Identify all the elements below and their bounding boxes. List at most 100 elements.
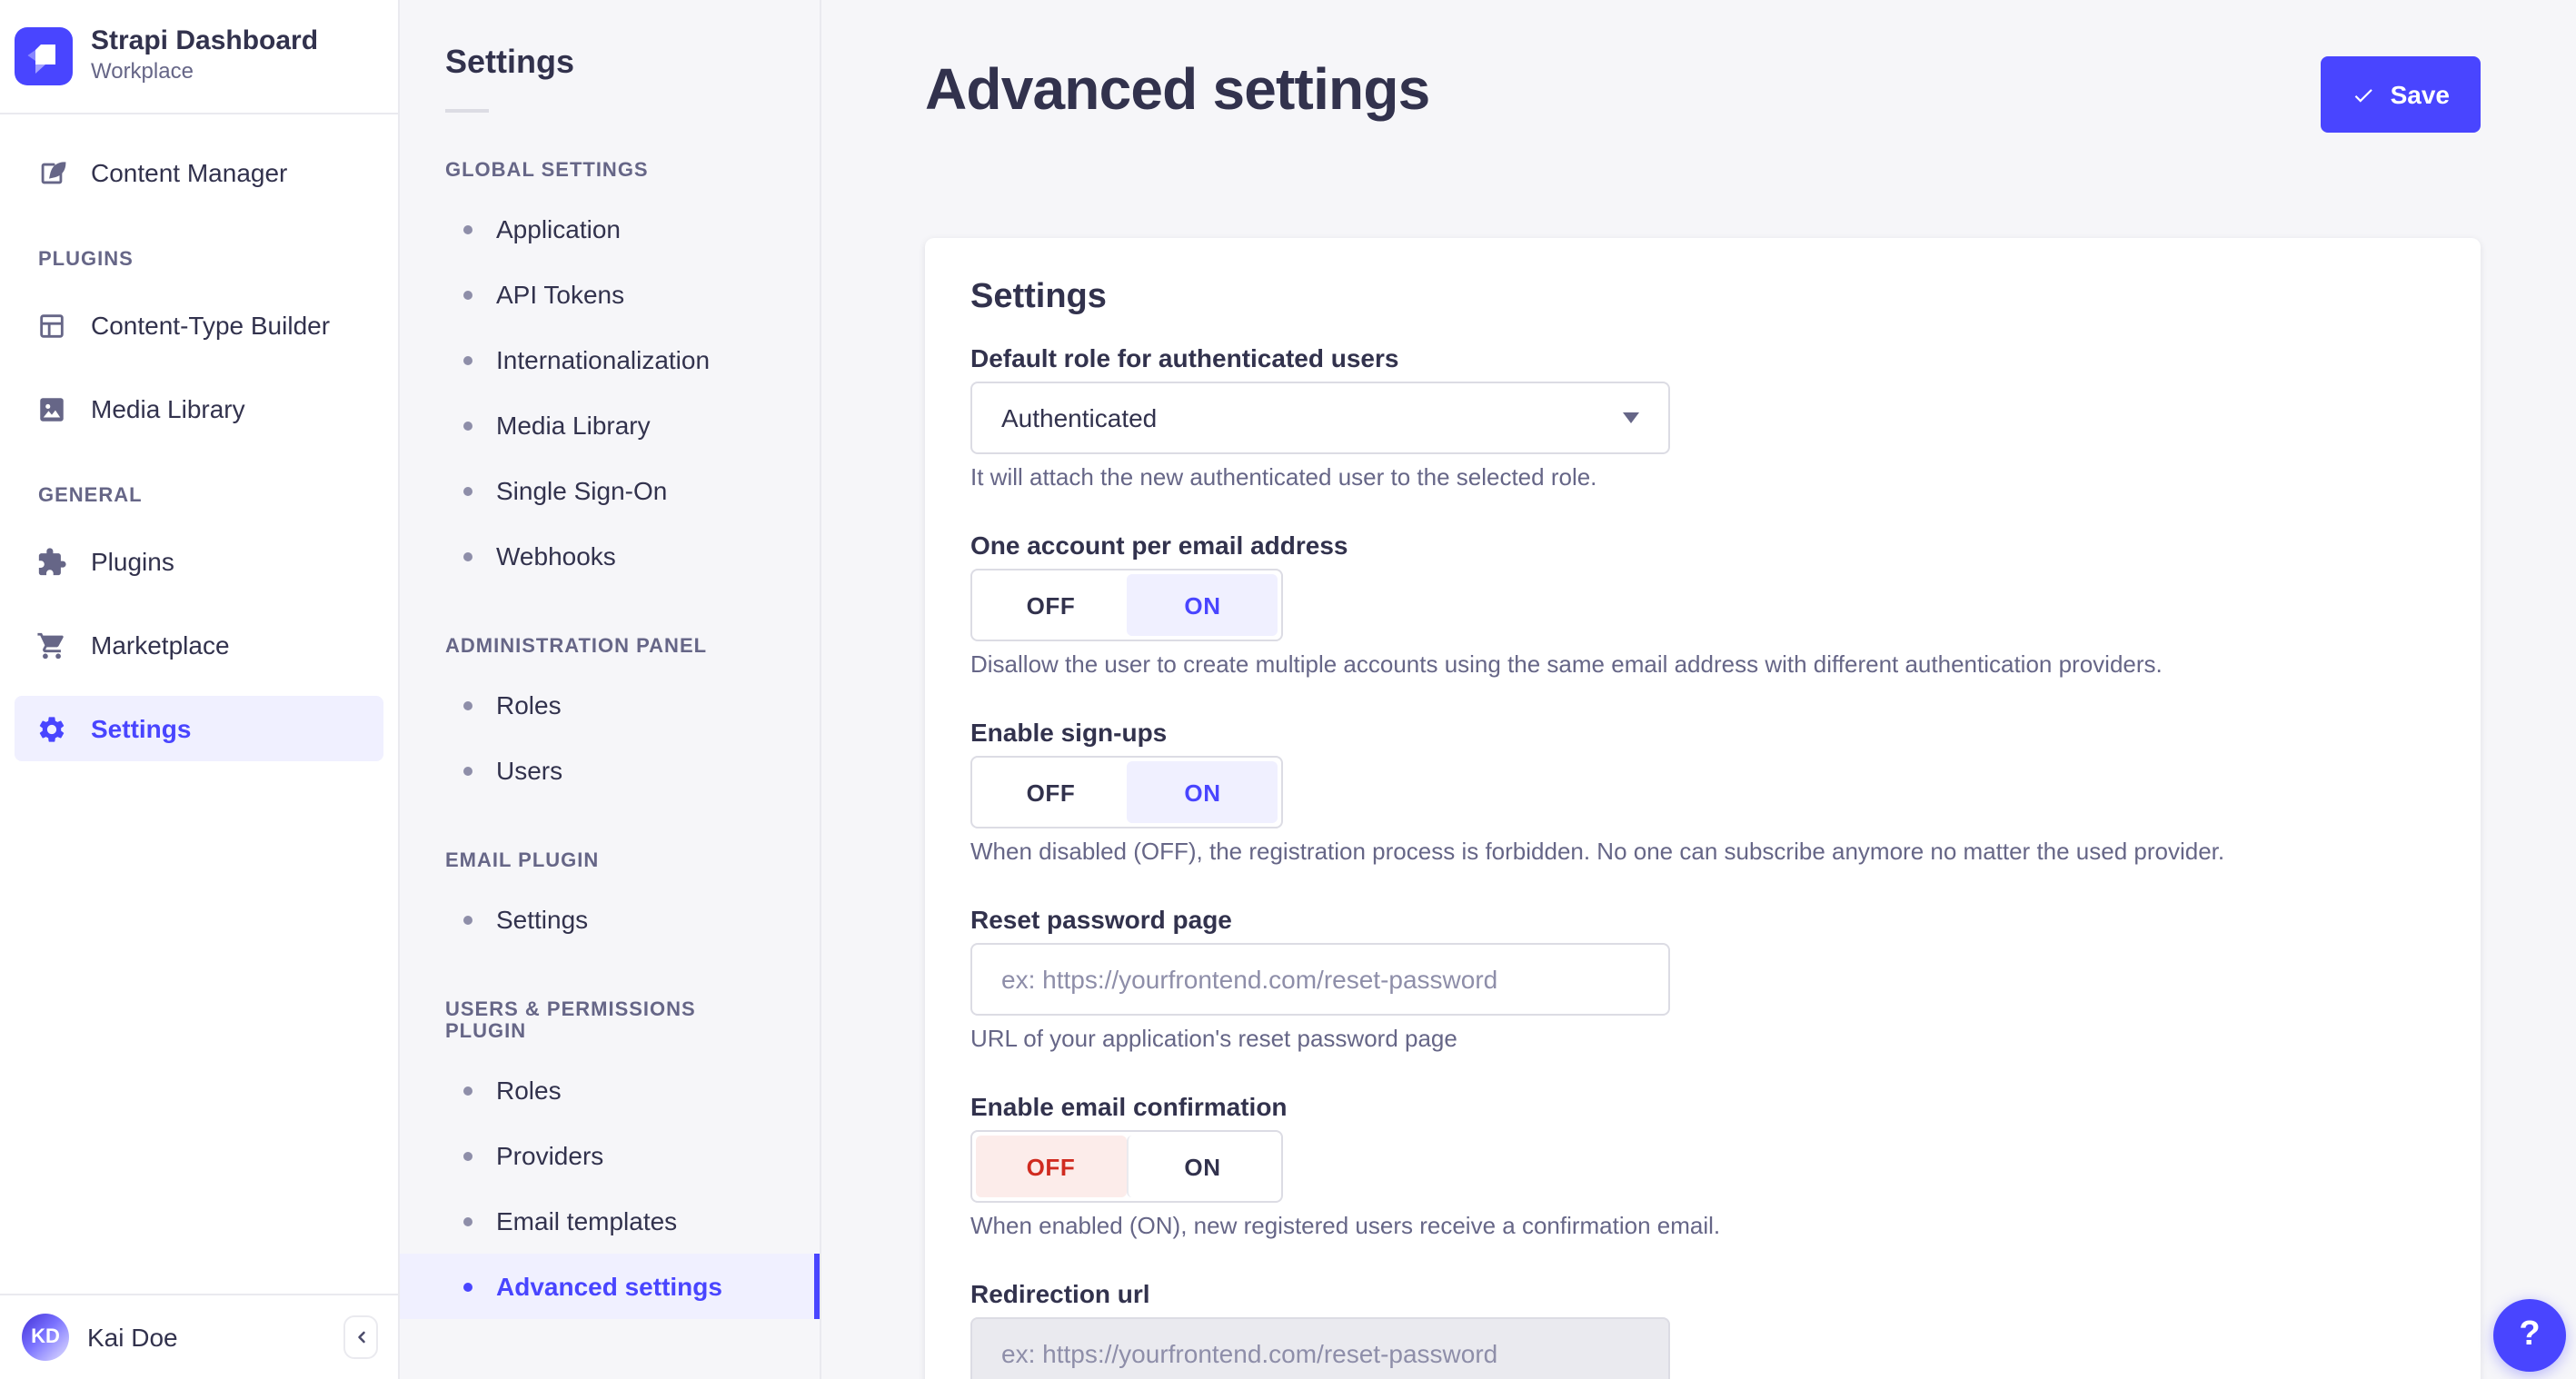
default-role-select[interactable]: Authenticated — [970, 382, 1670, 454]
subnav-group-label: GLOBAL SETTINGS — [445, 160, 649, 182]
toggle-off-option[interactable]: OFF — [976, 1136, 1126, 1197]
subnav-item-media-library[interactable]: Media Library — [400, 392, 820, 458]
subnav-item-admin-users[interactable]: Users — [400, 738, 820, 803]
subnav-item-admin-roles[interactable]: Roles — [400, 672, 820, 738]
main-content: Advanced settings Save Settings Default … — [821, 0, 2576, 1379]
image-icon — [36, 393, 67, 424]
sign-ups-toggle: OFF ON — [970, 756, 1283, 828]
field-helper: When enabled (ON), new registered users … — [970, 1212, 1721, 1239]
subnav-item-label: Application — [496, 214, 621, 243]
subnav-item-label: Webhooks — [496, 541, 616, 570]
subnav-item-label: Single Sign-On — [496, 476, 668, 505]
settings-subnav: Settings GLOBAL SETTINGS Application API… — [400, 0, 821, 1379]
subnav-item-email-settings[interactable]: Settings — [400, 887, 820, 952]
subnav-item-webhooks[interactable]: Webhooks — [400, 523, 820, 589]
subnav-item-label: Settings — [496, 905, 589, 934]
bullet-icon — [463, 224, 472, 233]
subnav-group-users-permissions: USERS & PERMISSIONS PLUGIN Roles Provide… — [400, 999, 820, 1319]
subnav-item-label: Roles — [496, 1076, 562, 1105]
sidebar-item-content-manager[interactable]: Content Manager — [15, 140, 383, 205]
subnav-item-internationalization[interactable]: Internationalization — [400, 327, 820, 392]
gear-icon — [36, 713, 67, 744]
field-redirection-url: Redirection url — [970, 1279, 2435, 1379]
page-title: Advanced settings — [925, 56, 1430, 122]
subnav-divider — [445, 109, 489, 113]
subnav-item-application[interactable]: Application — [400, 196, 820, 262]
sidebar-item-label: Marketplace — [91, 630, 230, 660]
subnav-item-email-templates[interactable]: Email templates — [400, 1188, 820, 1254]
pen-icon — [36, 157, 67, 188]
workspace-title: Strapi Dashboard — [91, 25, 319, 56]
bullet-icon — [463, 766, 472, 775]
save-button-label: Save — [2390, 80, 2450, 109]
avatar[interactable]: KD — [22, 1314, 69, 1361]
field-default-role: Default role for authenticated users Aut… — [970, 343, 2435, 491]
bullet-icon — [463, 355, 472, 364]
subnav-item-up-roles[interactable]: Roles — [400, 1057, 820, 1123]
user-name[interactable]: Kai Doe — [87, 1323, 325, 1352]
layout-grid-icon — [36, 310, 67, 341]
workspace-brand: Strapi Dashboard Workplace — [0, 0, 398, 114]
toggle-on-option[interactable]: ON — [1126, 574, 1278, 636]
bullet-icon — [463, 1086, 472, 1095]
field-label: Enable sign-ups — [970, 718, 1168, 747]
cart-icon — [36, 630, 67, 660]
field-label: Enable email confirmation — [970, 1092, 1288, 1121]
save-button[interactable]: Save — [2321, 56, 2481, 133]
field-reset-password: Reset password page URL of your applicat… — [970, 905, 2435, 1052]
question-icon: ? — [2519, 1315, 2541, 1354]
reset-password-input[interactable] — [970, 943, 1670, 1016]
bullet-icon — [463, 1151, 472, 1160]
workspace-subtitle: Workplace — [91, 58, 194, 84]
subnav-item-label: API Tokens — [496, 280, 625, 309]
toggle-on-option[interactable]: ON — [1126, 761, 1278, 823]
help-button[interactable]: ? — [2493, 1299, 2566, 1372]
subnav-title: Settings — [445, 44, 575, 80]
sidebar-section-plugins: PLUGINS — [38, 249, 134, 271]
sidebar-item-label: Content Manager — [91, 158, 288, 187]
puzzle-icon — [36, 546, 67, 577]
subnav-item-label: Email templates — [496, 1206, 678, 1235]
field-one-account: One account per email address OFF ON Dis… — [970, 531, 2435, 678]
subnav-item-advanced-settings[interactable]: Advanced settings — [400, 1254, 820, 1319]
select-value: Authenticated — [1001, 403, 1158, 432]
settings-card: Settings Default role for authenticated … — [925, 238, 2481, 1379]
field-helper: It will attach the new authenticated use… — [970, 463, 1597, 491]
main-sidebar: Strapi Dashboard Workplace Content Manag… — [0, 0, 400, 1379]
field-label: Redirection url — [970, 1279, 1150, 1308]
sidebar-item-settings[interactable]: Settings — [15, 696, 383, 761]
sidebar-item-label: Media Library — [91, 394, 245, 423]
subnav-item-label: Media Library — [496, 411, 651, 440]
subnav-item-label: Roles — [496, 690, 562, 719]
toggle-off-option[interactable]: OFF — [976, 761, 1126, 823]
sidebar-section-general: GENERAL — [38, 485, 143, 507]
subnav-group-label: EMAIL PLUGIN — [445, 850, 600, 872]
field-sign-ups: Enable sign-ups OFF ON When disabled (OF… — [970, 718, 2435, 865]
subnav-item-label: Providers — [496, 1141, 604, 1170]
subnav-item-api-tokens[interactable]: API Tokens — [400, 262, 820, 327]
collapse-sidebar-button[interactable] — [343, 1315, 378, 1359]
brand-text: Strapi Dashboard Workplace — [91, 25, 318, 85]
field-label: Default role for authenticated users — [970, 343, 1399, 372]
sidebar-item-media-library[interactable]: Media Library — [15, 376, 383, 441]
sidebar-item-plugins[interactable]: Plugins — [15, 529, 383, 594]
bullet-icon — [463, 486, 472, 495]
subnav-item-single-sign-on[interactable]: Single Sign-On — [400, 458, 820, 523]
toggle-off-option[interactable]: OFF — [976, 574, 1126, 636]
sidebar-item-content-type-builder[interactable]: Content-Type Builder — [15, 293, 383, 358]
field-helper: Disallow the user to create multiple acc… — [970, 650, 2163, 678]
subnav-item-label: Users — [496, 756, 563, 785]
card-title: Settings — [970, 278, 1107, 316]
sidebar-item-marketplace[interactable]: Marketplace — [15, 612, 383, 678]
subnav-item-providers[interactable]: Providers — [400, 1123, 820, 1188]
email-confirmation-toggle: OFF ON — [970, 1130, 1283, 1203]
bullet-icon — [463, 915, 472, 924]
field-helper: URL of your application's reset password… — [970, 1025, 1457, 1052]
bullet-icon — [463, 1216, 472, 1225]
sidebar-footer: KD Kai Doe — [0, 1294, 398, 1379]
toggle-on-option[interactable]: ON — [1126, 1136, 1278, 1197]
sidebar-item-label: Plugins — [91, 547, 174, 576]
sidebar-item-label: Settings — [91, 714, 192, 743]
field-helper: When disabled (OFF), the registration pr… — [970, 838, 2225, 865]
subnav-group-label: USERS & PERMISSIONS PLUGIN — [445, 999, 696, 1043]
